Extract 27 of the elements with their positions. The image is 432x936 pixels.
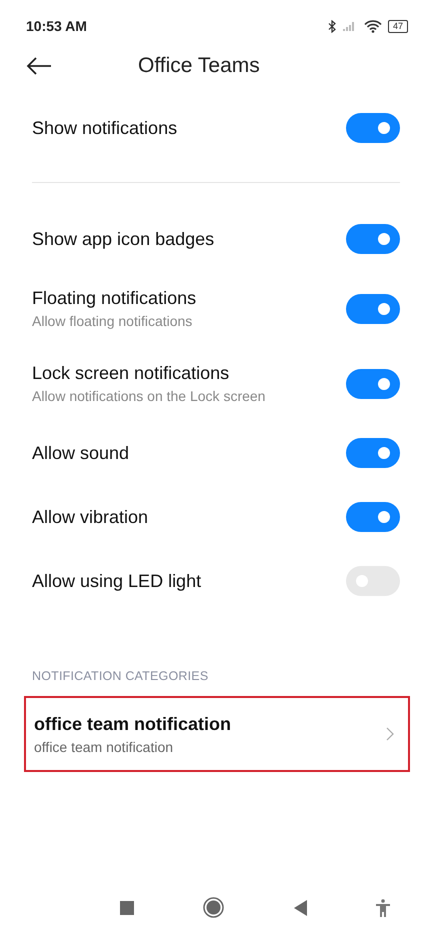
section-heading: NOTIFICATION CATEGORIES (31, 669, 210, 683)
bluetooth-icon (328, 20, 336, 32)
page-title: Office Teams (138, 54, 260, 78)
setting-title: Lock screen notifications (32, 363, 230, 384)
toggle-switch[interactable] (346, 438, 400, 468)
setting-title: Allow vibration (32, 506, 148, 528)
setting-title: Show notifications (32, 118, 178, 138)
setting-description: Allow notifications on the Lock screen (32, 388, 266, 404)
toggle-switch[interactable] (346, 224, 400, 254)
wifi-icon (364, 20, 382, 32)
toggle-switch[interactable] (346, 368, 400, 398)
setting-description: Allow floating notifications (32, 313, 194, 329)
category-item[interactable]: office team notification office team notification (24, 696, 410, 772)
toggle-switch[interactable] (346, 294, 400, 324)
toggle-switch[interactable] (346, 113, 400, 143)
setting-title: Allow sound (32, 442, 130, 464)
chevron-icon (386, 727, 394, 741)
status-time: 10:53 AM (26, 18, 87, 34)
home-button[interactable] (203, 897, 224, 918)
battery-indicator: 47 (388, 20, 408, 32)
setting-title: Allow using LED light (32, 570, 202, 592)
accessibility-icon[interactable] (376, 898, 390, 916)
back-nav-button[interactable] (294, 900, 307, 916)
recents-button[interactable] (120, 900, 134, 914)
toggle-switch[interactable] (346, 502, 400, 532)
setting-title: Floating notifications (32, 288, 196, 309)
setting-title: Show app icon badges (32, 228, 214, 250)
